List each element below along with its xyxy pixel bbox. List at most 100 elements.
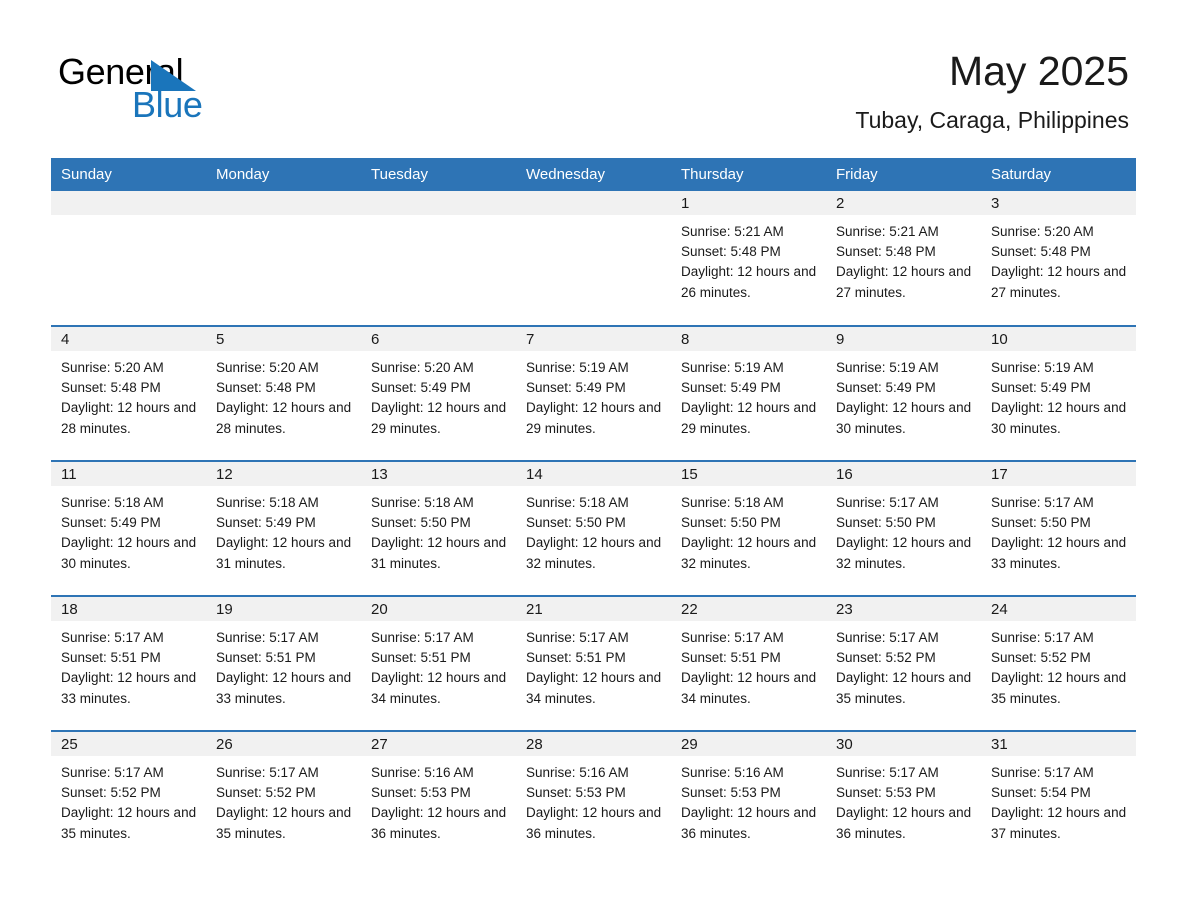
day-number [206,191,361,215]
day-number: 8 [671,327,826,351]
daylight-text: Daylight: 12 hours and 29 minutes. [526,400,662,436]
calendar-day-cell[interactable]: 30 Sunrise: 5:17 AM Sunset: 5:53 PM Dayligh… [826,730,981,866]
daylight-text: Daylight: 12 hours and 35 minutes. [991,670,1127,706]
day-details: Sunrise: 5:20 AM Sunset: 5:48 PM Daylight:… [981,215,1136,303]
daylight-text: Daylight: 12 hours and 32 minutes. [526,535,662,571]
calendar-day-cell[interactable]: 1 Sunrise: 5:21 AM Sunset: 5:48 PM Daylight… [671,191,826,326]
calendar-day-cell[interactable]: 4 Sunrise: 5:20 AM Sunset: 5:48 PM Daylight… [51,325,206,461]
calendar-day-cell[interactable]: 19 Sunrise: 5:17 AM Sunset: 5:51 PM Dayligh… [206,595,361,731]
daylight-text: Daylight: 12 hours and 35 minutes. [61,805,197,841]
day-number: 26 [206,732,361,756]
sunset-text: Sunset: 5:51 PM [681,650,781,666]
daylight-text: Daylight: 12 hours and 31 minutes. [371,535,507,571]
calendar-day-cell[interactable]: 26 Sunrise: 5:17 AM Sunset: 5:52 PM Dayligh… [206,730,361,866]
day-number: 9 [826,327,981,351]
day-number: 11 [51,462,206,486]
calendar-day-cell[interactable]: 7 Sunrise: 5:19 AM Sunset: 5:49 PM Daylight… [516,325,671,461]
sunrise-text: Sunrise: 5:17 AM [371,630,474,645]
calendar-day-cell[interactable]: 2 Sunrise: 5:21 AM Sunset: 5:48 PM Daylight… [826,191,981,326]
calendar-day-cell[interactable]: 13 Sunrise: 5:18 AM Sunset: 5:50 PM Dayligh… [361,460,516,596]
daylight-text: Daylight: 12 hours and 30 minutes. [836,400,972,436]
calendar-day-cell[interactable]: 31 Sunrise: 5:17 AM Sunset: 5:54 PM Dayligh… [981,730,1136,866]
calendar-day-cell[interactable]: 28 Sunrise: 5:16 AM Sunset: 5:53 PM Dayligh… [516,730,671,866]
weekday-header-friday: Friday [826,158,981,191]
calendar-day-cell[interactable]: 17 Sunrise: 5:17 AM Sunset: 5:50 PM Dayligh… [981,460,1136,596]
sunrise-text: Sunrise: 5:18 AM [61,495,164,510]
weekday-header-row: Sunday Monday Tuesday Wednesday Thursday… [51,158,1136,191]
calendar-body: 1 Sunrise: 5:21 AM Sunset: 5:48 PM Daylight… [51,191,1136,866]
sunrise-text: Sunrise: 5:19 AM [991,360,1094,375]
sunrise-text: Sunrise: 5:17 AM [216,630,319,645]
calendar-day-cell[interactable]: 6 Sunrise: 5:20 AM Sunset: 5:49 PM Daylight… [361,325,516,461]
day-number: 15 [671,462,826,486]
daylight-text: Daylight: 12 hours and 31 minutes. [216,535,352,571]
calendar-day-cell[interactable]: 22 Sunrise: 5:17 AM Sunset: 5:51 PM Dayligh… [671,595,826,731]
daylight-text: Daylight: 12 hours and 29 minutes. [371,400,507,436]
sunset-text: Sunset: 5:53 PM [526,785,626,801]
calendar-day-cell[interactable]: 20 Sunrise: 5:17 AM Sunset: 5:51 PM Dayligh… [361,595,516,731]
sunrise-text: Sunrise: 5:18 AM [526,495,629,510]
weekday-header-sunday: Sunday [51,158,206,191]
day-details: Sunrise: 5:18 AM Sunset: 5:50 PM Daylight:… [671,486,826,574]
calendar-day-cell[interactable]: 11 Sunrise: 5:18 AM Sunset: 5:49 PM Dayligh… [51,460,206,596]
day-details: Sunrise: 5:17 AM Sunset: 5:52 PM Daylight:… [206,756,361,844]
sunrise-text: Sunrise: 5:20 AM [991,224,1094,239]
sunset-text: Sunset: 5:54 PM [991,785,1091,801]
calendar-day-cell[interactable]: 5 Sunrise: 5:20 AM Sunset: 5:48 PM Daylight… [206,325,361,461]
calendar-day-cell[interactable]: 15 Sunrise: 5:18 AM Sunset: 5:50 PM Dayligh… [671,460,826,596]
day-details: Sunrise: 5:17 AM Sunset: 5:50 PM Daylight:… [981,486,1136,574]
sunrise-text: Sunrise: 5:17 AM [836,630,939,645]
calendar-day-cell[interactable]: 23 Sunrise: 5:17 AM Sunset: 5:52 PM Dayligh… [826,595,981,731]
calendar-day-cell[interactable]: 27 Sunrise: 5:16 AM Sunset: 5:53 PM Dayligh… [361,730,516,866]
sunset-text: Sunset: 5:50 PM [371,515,471,531]
day-details: Sunrise: 5:20 AM Sunset: 5:48 PM Daylight:… [51,351,206,439]
day-details: Sunrise: 5:17 AM Sunset: 5:51 PM Daylight:… [671,621,826,709]
day-details: Sunrise: 5:21 AM Sunset: 5:48 PM Daylight:… [671,215,826,303]
day-details: Sunrise: 5:19 AM Sunset: 5:49 PM Daylight:… [671,351,826,439]
day-number: 6 [361,327,516,351]
calendar-day-cell[interactable]: 18 Sunrise: 5:17 AM Sunset: 5:51 PM Dayligh… [51,595,206,731]
day-number: 22 [671,597,826,621]
sunset-text: Sunset: 5:50 PM [991,515,1091,531]
calendar-day-cell[interactable]: 21 Sunrise: 5:17 AM Sunset: 5:51 PM Dayligh… [516,595,671,731]
calendar-day-cell[interactable]: 25 Sunrise: 5:17 AM Sunset: 5:52 PM Dayligh… [51,730,206,866]
daylight-text: Daylight: 12 hours and 35 minutes. [216,805,352,841]
day-number: 10 [981,327,1136,351]
sunrise-text: Sunrise: 5:17 AM [681,630,784,645]
sunrise-text: Sunrise: 5:19 AM [836,360,939,375]
day-details: Sunrise: 5:20 AM Sunset: 5:48 PM Daylight:… [206,351,361,439]
sunrise-text: Sunrise: 5:16 AM [681,765,784,780]
sunset-text: Sunset: 5:51 PM [371,650,471,666]
sunset-text: Sunset: 5:49 PM [526,380,626,396]
sunset-text: Sunset: 5:48 PM [991,244,1091,260]
calendar-day-cell[interactable]: 12 Sunrise: 5:18 AM Sunset: 5:49 PM Dayligh… [206,460,361,596]
day-number: 13 [361,462,516,486]
calendar-day-cell[interactable]: 10 Sunrise: 5:19 AM Sunset: 5:49 PM Dayligh… [981,325,1136,461]
sunrise-text: Sunrise: 5:17 AM [991,495,1094,510]
calendar-day-cell[interactable]: 3 Sunrise: 5:20 AM Sunset: 5:48 PM Daylight… [981,191,1136,326]
daylight-text: Daylight: 12 hours and 32 minutes. [681,535,817,571]
calendar-day-cell[interactable]: 8 Sunrise: 5:19 AM Sunset: 5:49 PM Daylight… [671,325,826,461]
calendar-day-cell[interactable]: 9 Sunrise: 5:19 AM Sunset: 5:49 PM Daylight… [826,325,981,461]
calendar-day-cell[interactable]: 16 Sunrise: 5:17 AM Sunset: 5:50 PM Dayligh… [826,460,981,596]
day-details: Sunrise: 5:19 AM Sunset: 5:49 PM Daylight:… [981,351,1136,439]
sunrise-text: Sunrise: 5:20 AM [216,360,319,375]
logo-text-blue: Blue [132,84,203,125]
weekday-header-monday: Monday [206,158,361,191]
sunset-text: Sunset: 5:52 PM [836,650,936,666]
sunset-text: Sunset: 5:48 PM [836,244,936,260]
daylight-text: Daylight: 12 hours and 36 minutes. [681,805,817,841]
sunset-text: Sunset: 5:50 PM [681,515,781,531]
calendar-day-cell[interactable]: 14 Sunrise: 5:18 AM Sunset: 5:50 PM Dayligh… [516,460,671,596]
sunset-text: Sunset: 5:50 PM [526,515,626,531]
calendar-week-row: 1 Sunrise: 5:21 AM Sunset: 5:48 PM Daylight… [51,191,1136,326]
day-details: Sunrise: 5:20 AM Sunset: 5:49 PM Daylight:… [361,351,516,439]
calendar-table-wrapper: Sunday Monday Tuesday Wednesday Thursday… [51,158,1136,866]
day-number: 29 [671,732,826,756]
calendar-day-cell[interactable]: 24 Sunrise: 5:17 AM Sunset: 5:52 PM Dayligh… [981,595,1136,731]
day-number [361,191,516,215]
calendar-day-cell-empty [516,191,671,326]
day-details: Sunrise: 5:17 AM Sunset: 5:54 PM Daylight:… [981,756,1136,844]
calendar-day-cell[interactable]: 29 Sunrise: 5:16 AM Sunset: 5:53 PM Dayligh… [671,730,826,866]
day-details: Sunrise: 5:19 AM Sunset: 5:49 PM Daylight:… [826,351,981,439]
